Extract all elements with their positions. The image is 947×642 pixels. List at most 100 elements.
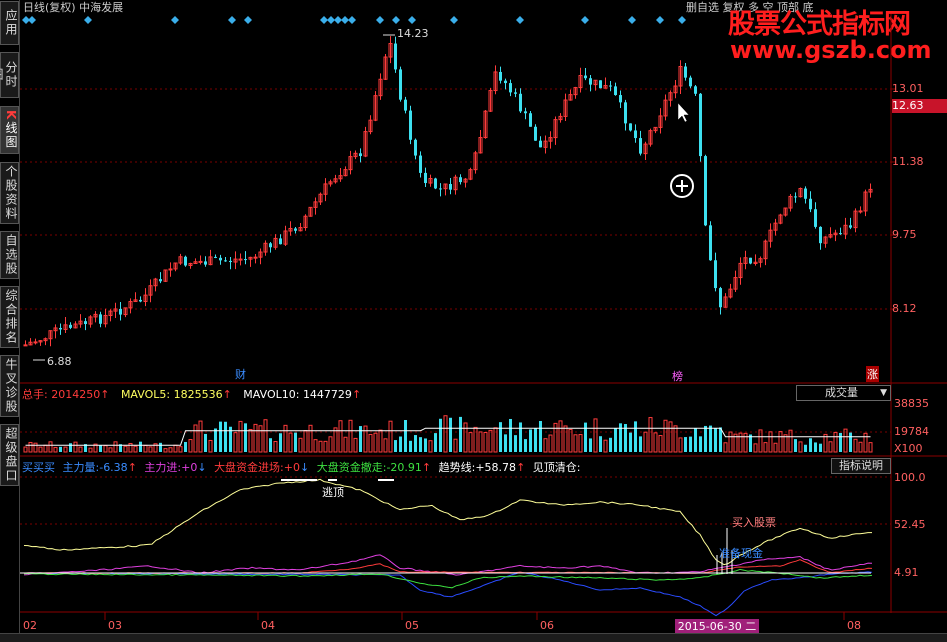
candle-body xyxy=(794,196,797,198)
volume-bar xyxy=(434,433,437,452)
volume-bar xyxy=(753,443,758,453)
signal-diamond xyxy=(84,16,92,24)
volume-bar xyxy=(373,432,378,453)
volume-total-label: 总手: xyxy=(22,388,48,401)
volume-bar xyxy=(103,445,108,453)
volume-bar xyxy=(673,425,678,453)
ind-label-1: 主力进: xyxy=(144,461,182,474)
indicator-explain-button[interactable]: 指标说明 xyxy=(831,458,891,474)
volume-bar xyxy=(524,439,527,452)
signal-diamond xyxy=(656,16,664,24)
candle-body xyxy=(849,225,852,228)
volume-bar xyxy=(173,444,178,453)
candle-body xyxy=(399,69,402,100)
candle-body xyxy=(214,256,217,258)
candle-body xyxy=(529,113,532,127)
volume-bar xyxy=(529,429,532,452)
volume-bar xyxy=(59,446,62,452)
volume-selector[interactable]: 成交量 ▼ xyxy=(796,385,891,401)
volume-bar xyxy=(634,421,637,452)
mavol5-value: 1825536 xyxy=(173,388,223,401)
volume-bar xyxy=(388,420,393,453)
volume-bar xyxy=(568,429,573,453)
signal-diamond xyxy=(320,16,328,24)
candle-body xyxy=(159,279,162,282)
volume-bar xyxy=(428,440,433,453)
volume-bar xyxy=(783,434,788,453)
candle-body xyxy=(624,102,627,124)
signal-diamond xyxy=(171,16,179,24)
volume-bar xyxy=(308,424,313,453)
volume-bar xyxy=(563,425,568,453)
candle-body xyxy=(253,256,258,259)
candle-body xyxy=(629,123,632,131)
volume-bar xyxy=(73,441,78,453)
ind-label-4: 趋势线: xyxy=(438,461,476,474)
kline-canvas[interactable] xyxy=(0,0,947,641)
ind-label-2: 大盘资金进场: xyxy=(214,461,284,474)
candle-body xyxy=(539,140,542,148)
candle-body xyxy=(449,184,452,190)
volume-bar xyxy=(348,419,353,453)
volume-bar xyxy=(48,441,53,453)
volume-bar xyxy=(399,436,402,452)
volume-bar xyxy=(728,431,733,453)
volume-bar xyxy=(283,424,288,453)
volume-bar xyxy=(244,423,247,452)
candle-body xyxy=(459,177,462,183)
volume-bar xyxy=(404,420,407,452)
volume-bar xyxy=(188,439,193,453)
candle-body xyxy=(439,188,442,190)
candle-body xyxy=(424,172,427,184)
limit-up-marker[interactable]: 涨 xyxy=(866,366,879,382)
volume-bar xyxy=(63,446,68,453)
candle-body xyxy=(84,321,87,325)
volume-bar xyxy=(643,431,648,453)
volume-bar xyxy=(629,432,632,452)
volume-bar xyxy=(699,436,702,452)
indicator-axis-1: 100.0 xyxy=(894,471,926,484)
candle-body xyxy=(23,344,28,347)
candle-body xyxy=(689,77,692,87)
volume-bar xyxy=(849,432,852,452)
candle-body xyxy=(204,261,207,265)
volume-bar xyxy=(504,434,507,452)
volume-bar xyxy=(719,427,722,452)
candle-body xyxy=(639,138,642,154)
time-label-3: 04 xyxy=(261,619,275,632)
volume-bar xyxy=(839,432,842,452)
signal-diamond xyxy=(348,16,356,24)
volume-bar xyxy=(133,445,138,453)
volume-bar xyxy=(353,437,358,453)
candle-body xyxy=(409,110,412,140)
volume-bar xyxy=(303,430,308,453)
candle-body xyxy=(139,299,142,302)
volume-bar xyxy=(614,428,617,452)
volume-bar xyxy=(768,431,773,453)
candle-body xyxy=(359,153,362,157)
finance-marker[interactable]: 财 xyxy=(235,366,246,382)
volume-bar xyxy=(168,447,173,453)
volume-bar xyxy=(443,415,448,453)
indicator-axis-2: 52.45 xyxy=(894,518,926,531)
candle-body xyxy=(184,256,187,266)
candle-body xyxy=(509,83,512,93)
indicator-header: 买买买 主力量:-6.38↑ 主力进:+0↓ 大盘资金进场:+0↓ 大盘资金撤走… xyxy=(22,461,581,474)
volume-bar xyxy=(139,441,142,452)
ranking-marker[interactable]: 榜 xyxy=(672,368,683,384)
volume-bar xyxy=(814,442,817,452)
time-label-2: 03 xyxy=(108,619,122,632)
signal-diamond xyxy=(28,16,36,24)
volume-axis-2: 19784 xyxy=(894,425,929,438)
signal-diamond xyxy=(244,16,252,24)
volume-bar xyxy=(868,442,873,453)
volume-bar xyxy=(738,432,743,453)
volume-bar xyxy=(273,441,278,453)
volume-bar xyxy=(184,441,187,452)
signal-diamond xyxy=(376,16,384,24)
escape-top-label: 逃顶 xyxy=(322,486,344,499)
volume-bar xyxy=(689,436,692,452)
volume-bar xyxy=(409,440,412,452)
candle-body xyxy=(858,210,863,213)
ind-value-0: -6.38 xyxy=(99,461,128,474)
